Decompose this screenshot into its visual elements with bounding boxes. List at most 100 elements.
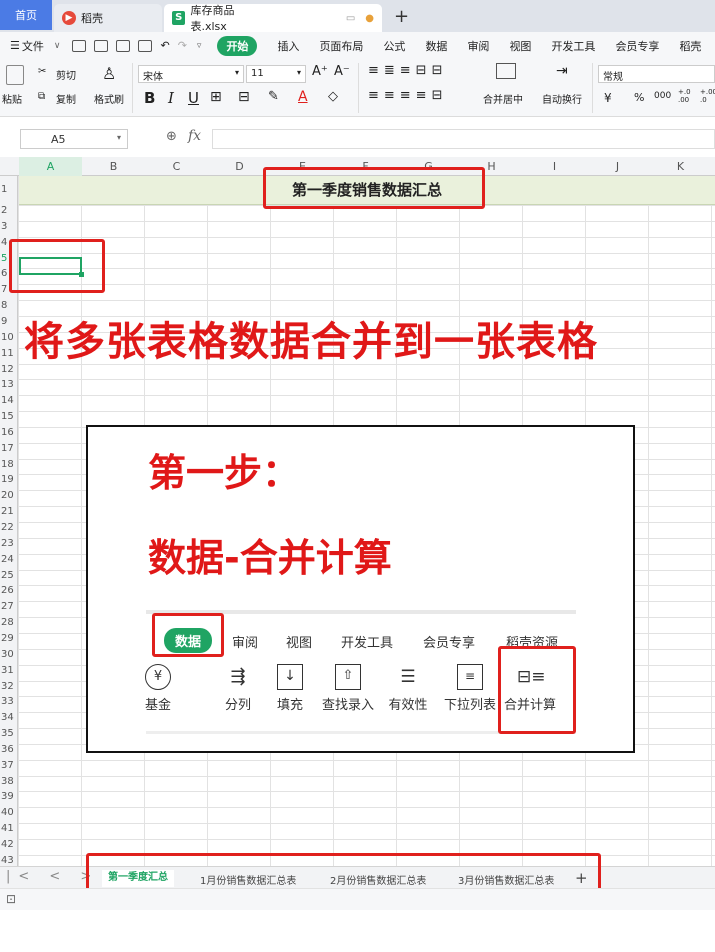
undo-icon[interactable]: ↶	[160, 39, 169, 52]
font-name-select[interactable]: 宋体 ▾	[138, 65, 244, 83]
vertical-align-icons[interactable]: ≡≣≡⊟⊟	[368, 63, 447, 78]
row-header-21[interactable]: 21	[0, 506, 18, 517]
inset-tool-dropdown-list[interactable]: ≡ 下拉列表	[440, 664, 500, 713]
menu-formulas[interactable]: 公式	[383, 38, 405, 54]
macro-record-icon[interactable]: ⊡	[6, 892, 16, 906]
font-shrink-icon[interactable]: A⁻	[334, 64, 350, 79]
column-header-b[interactable]: B	[82, 160, 145, 173]
row-header-33[interactable]: 33	[0, 696, 18, 707]
row-header-11[interactable]: 11	[0, 348, 18, 359]
row-header-28[interactable]: 28	[0, 617, 18, 628]
menu-start[interactable]: 开始	[217, 35, 258, 56]
cut-button[interactable]: 剪切	[56, 67, 76, 82]
save-icon[interactable]	[72, 39, 87, 52]
highlight-icon[interactable]: ✎	[268, 89, 279, 104]
home-tab[interactable]: 首页	[0, 0, 52, 30]
inset-tool-split[interactable]: ⇶ 分列	[208, 664, 268, 713]
copy-icon[interactable]: ⧉	[38, 91, 45, 102]
row-header-1[interactable]: 1	[0, 184, 18, 195]
increase-decimal-button[interactable]: +.0 .00	[678, 88, 696, 104]
format-painter-button[interactable]: 格式刷	[94, 91, 124, 106]
menu-page-layout[interactable]: 页面布局	[319, 38, 363, 54]
row-header-12[interactable]: 12	[0, 364, 18, 375]
font-grow-icon[interactable]: A⁺	[312, 64, 328, 79]
row-header-36[interactable]: 36	[0, 744, 18, 755]
column-header-i[interactable]: I	[523, 160, 586, 173]
file-tab[interactable]: S 库存商品表.xlsx ▭ ●	[164, 4, 382, 33]
format-painter-icon[interactable]: ♙	[102, 64, 116, 83]
daoke-tab[interactable]: ▶ 稻壳	[54, 4, 162, 32]
bold-button[interactable]: B	[144, 89, 155, 107]
inset-tool-fill[interactable]: ↓ 填充	[260, 664, 320, 713]
row-header-17[interactable]: 17	[0, 443, 18, 454]
fill-color-icon[interactable]: ⊟	[238, 89, 250, 105]
row-header-9[interactable]: 9	[0, 316, 18, 327]
row-header-24[interactable]: 24	[0, 554, 18, 565]
percent-button[interactable]: %	[634, 91, 644, 104]
menu-insert[interactable]: 插入	[277, 38, 299, 54]
row-header-10[interactable]: 10	[0, 332, 18, 343]
row-header-39[interactable]: 39	[0, 791, 18, 802]
font-color-icon[interactable]: A	[298, 89, 308, 105]
underline-button[interactable]: U	[188, 89, 199, 107]
zoom-formula-icon[interactable]: ⊕	[166, 129, 177, 144]
row-header-41[interactable]: 41	[0, 823, 18, 834]
scissors-icon[interactable]: ✂	[38, 66, 46, 77]
merge-center-button[interactable]: 合并居中	[483, 91, 523, 106]
row-header-20[interactable]: 20	[0, 490, 18, 501]
inset-tab-review[interactable]: 审阅	[232, 632, 258, 651]
row-header-38[interactable]: 38	[0, 776, 18, 787]
menu-review[interactable]: 审阅	[467, 38, 489, 54]
wrap-text-button[interactable]: 自动换行	[542, 91, 582, 106]
row-header-31[interactable]: 31	[0, 665, 18, 676]
row-header-35[interactable]: 35	[0, 728, 18, 739]
row-header-19[interactable]: 19	[0, 474, 18, 485]
number-format-select[interactable]: 常规	[598, 65, 715, 83]
row-header-25[interactable]: 25	[0, 570, 18, 581]
column-header-k[interactable]: K	[649, 160, 712, 173]
menu-developer[interactable]: 开发工具	[551, 38, 595, 54]
quick-access-dropdown-icon[interactable]: ▿	[197, 41, 202, 51]
new-tab-button[interactable]: +	[394, 4, 409, 32]
row-header-3[interactable]: 3	[0, 221, 18, 232]
menu-file[interactable]: 文件	[22, 38, 44, 54]
row-header-32[interactable]: 32	[0, 681, 18, 692]
row-header-42[interactable]: 42	[0, 839, 18, 850]
thousands-button[interactable]: 000	[654, 91, 671, 101]
row-header-40[interactable]: 40	[0, 807, 18, 818]
print-preview-icon[interactable]	[138, 39, 153, 52]
monitor-icon[interactable]: ▭	[346, 13, 355, 24]
inset-tab-developer[interactable]: 开发工具	[341, 632, 393, 651]
row-header-30[interactable]: 30	[0, 649, 18, 660]
print-icon[interactable]	[116, 39, 131, 52]
row-header-13[interactable]: 13	[0, 379, 18, 390]
export-icon[interactable]	[94, 39, 109, 52]
row-header-8[interactable]: 8	[0, 300, 18, 311]
clear-format-icon[interactable]: ◇	[328, 89, 338, 104]
row-header-16[interactable]: 16	[0, 427, 18, 438]
column-header-j[interactable]: J	[586, 160, 649, 173]
font-size-select[interactable]: 11 ▾	[246, 65, 306, 83]
merge-center-icon[interactable]	[496, 63, 516, 79]
paste-button[interactable]: 粘贴	[2, 91, 22, 106]
copy-button[interactable]: 复制	[56, 91, 76, 106]
menu-data[interactable]: 数据	[425, 38, 447, 54]
redo-icon[interactable]: ↷	[178, 39, 187, 52]
row-header-37[interactable]: 37	[0, 760, 18, 771]
inset-tab-view[interactable]: 视图	[286, 632, 312, 651]
inset-tool-validation[interactable]: ☰ 有效性	[378, 664, 438, 713]
column-header-c[interactable]: C	[145, 160, 208, 173]
name-box[interactable]: A5 ▾	[20, 129, 128, 149]
row-header-14[interactable]: 14	[0, 395, 18, 406]
border-icon[interactable]: ⊞	[210, 89, 222, 105]
horizontal-align-icons[interactable]: ≡≡≡≡⊟	[368, 88, 447, 103]
menu-icon[interactable]: ☰	[10, 39, 20, 52]
row-header-22[interactable]: 22	[0, 522, 18, 533]
fx-button[interactable]: fx	[188, 128, 201, 144]
paste-icon[interactable]	[6, 65, 24, 85]
chevron-down-icon[interactable]: ∨	[54, 41, 61, 51]
row-header-18[interactable]: 18	[0, 459, 18, 470]
decrease-decimal-button[interactable]: +.00 .0	[700, 88, 715, 104]
inset-tab-member[interactable]: 会员专享	[423, 632, 475, 651]
row-header-43[interactable]: 43	[0, 855, 18, 866]
